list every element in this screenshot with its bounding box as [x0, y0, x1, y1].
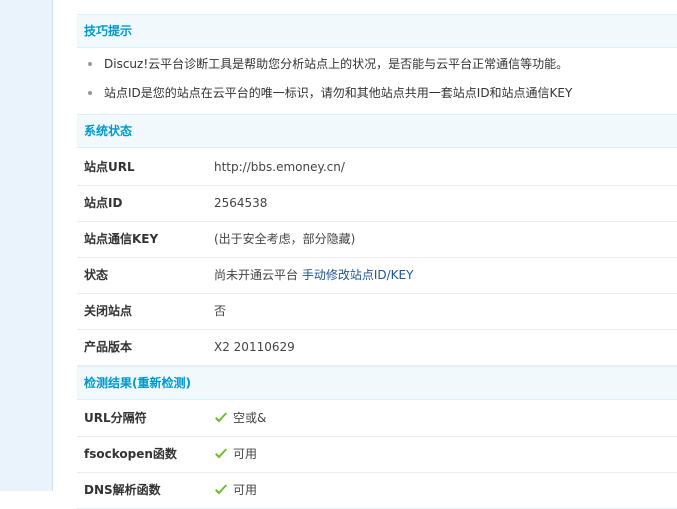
result-value: 可用: [233, 447, 258, 461]
state-text: 尚未开通云平台: [214, 268, 299, 282]
row-value: X2 20110629: [214, 340, 295, 354]
left-frame: [0, 0, 53, 491]
status-header: 系统状态: [77, 114, 677, 148]
result-value: 可用: [233, 483, 258, 497]
row-value: 可用: [214, 437, 257, 472]
main-panel: 技巧提示 Discuz!云平台诊断工具是帮助您分析站点上的状况，是否能与云平台正…: [77, 0, 677, 509]
row-label: 产品版本: [84, 340, 133, 354]
status-row-site-id: 站点ID 2564538: [77, 186, 677, 222]
row-label: 关闭站点: [84, 304, 133, 318]
status-row-close-site: 关闭站点 否: [77, 294, 677, 330]
row-value: (出于安全考虑，部分隐藏): [214, 232, 356, 246]
tip-item: Discuz!云平台诊断工具是帮助您分析站点上的状况，是否能与云平台正常通信等功…: [77, 51, 677, 77]
tips-title: 技巧提示: [84, 24, 133, 38]
status-row-state: 状态 尚未开通云平台 手动修改站点ID/KEY: [77, 258, 677, 294]
tip-text: Discuz!云平台诊断工具是帮助您分析站点上的状况，是否能与云平台正常通信等功…: [104, 57, 569, 71]
row-value: 否: [214, 304, 227, 318]
result-row-dns: DNS解析函数 可用: [77, 473, 677, 509]
check-icon: [215, 448, 227, 458]
result-row-fsockopen: fsockopen函数 可用: [77, 437, 677, 473]
tip-item: 站点ID是您的站点在云平台的唯一标识，请勿和其他站点共用一套站点ID和站点通信K…: [77, 80, 677, 106]
row-label: 站点通信KEY: [84, 232, 159, 246]
row-label: 状态: [84, 268, 109, 282]
result-value: 空或&: [233, 411, 267, 425]
status-row-site-key: 站点通信KEY (出于安全考虑，部分隐藏): [77, 222, 677, 258]
results-title[interactable]: 检测结果(重新检测): [84, 367, 191, 399]
row-label: URL分隔符: [84, 411, 147, 425]
check-icon: [215, 412, 227, 422]
tips-header: 技巧提示: [77, 14, 677, 48]
row-value: 空或&: [214, 401, 266, 436]
bullet-icon: [88, 62, 92, 66]
row-value: 尚未开通云平台 手动修改站点ID/KEY: [214, 258, 413, 293]
row-value: http://bbs.emoney.cn/: [214, 160, 345, 174]
modify-site-id-key-link[interactable]: 手动修改站点ID/KEY: [302, 268, 414, 282]
row-label: 站点URL: [84, 160, 135, 174]
status-row-version: 产品版本 X2 20110629: [77, 330, 677, 366]
result-row-url-separator: URL分隔符 空或&: [77, 401, 677, 437]
results-header[interactable]: 检测结果(重新检测): [77, 366, 677, 400]
check-icon: [215, 484, 227, 494]
bullet-icon: [88, 91, 92, 95]
status-row-site-url: 站点URL http://bbs.emoney.cn/: [77, 150, 677, 186]
row-label: 站点ID: [84, 196, 123, 210]
row-value: 2564538: [214, 196, 268, 210]
row-label: fsockopen函数: [84, 447, 177, 461]
tip-text: 站点ID是您的站点在云平台的唯一标识，请勿和其他站点共用一套站点ID和站点通信K…: [104, 86, 573, 100]
status-title: 系统状态: [84, 124, 133, 138]
